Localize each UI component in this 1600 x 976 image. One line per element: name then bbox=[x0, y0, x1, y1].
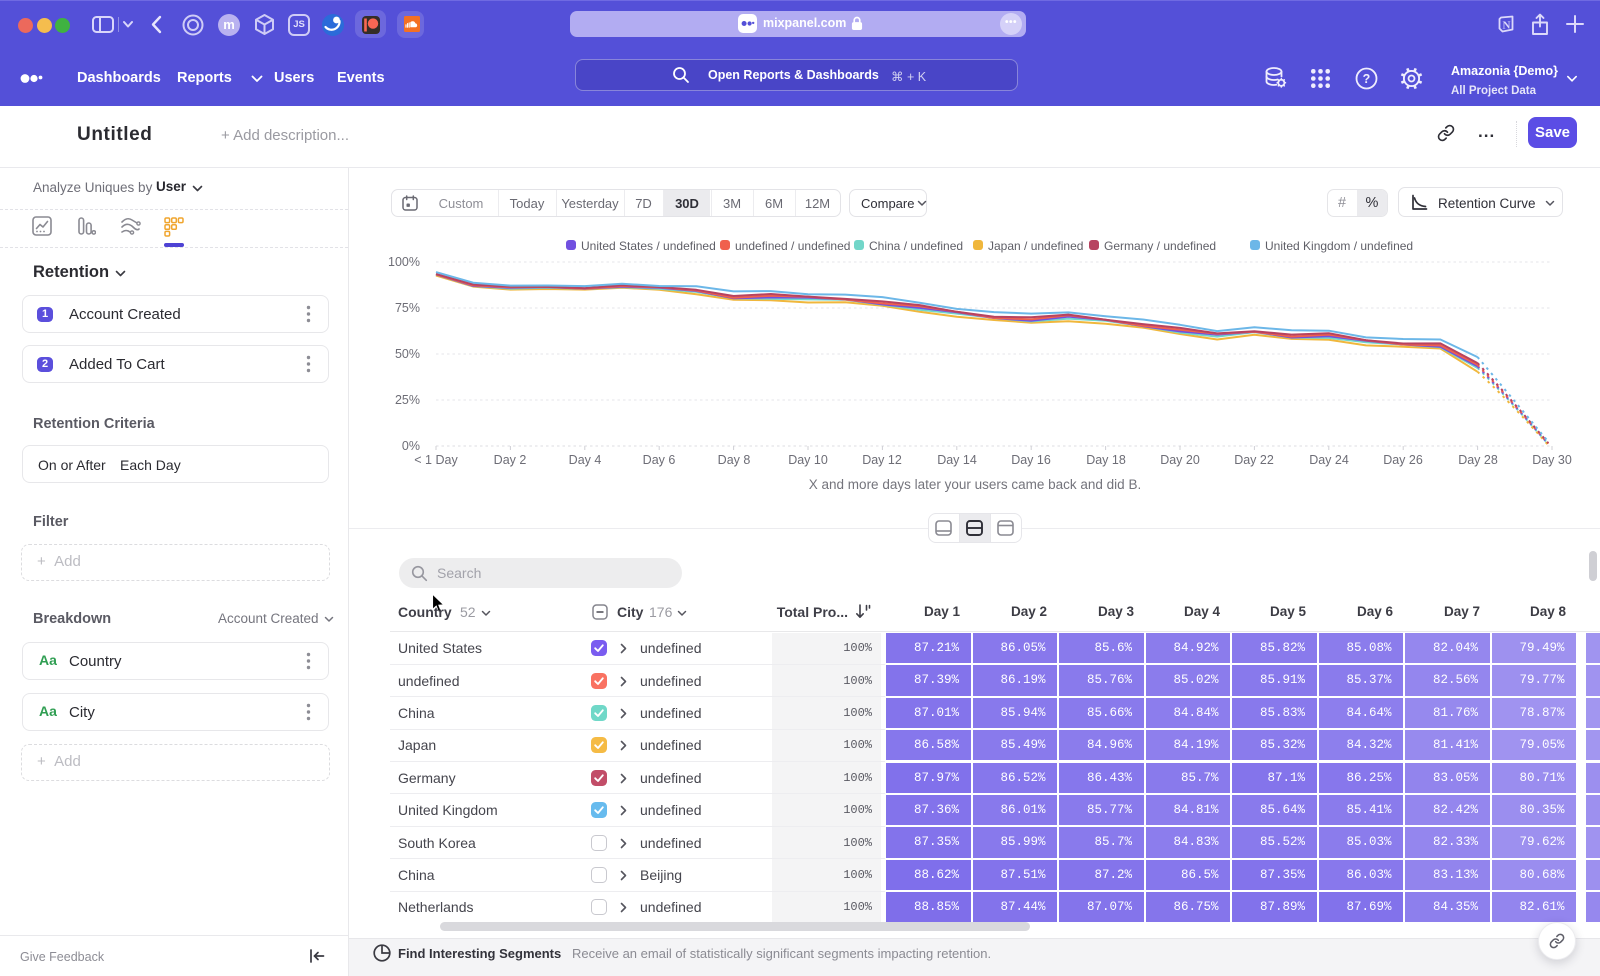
svg-text:N: N bbox=[1503, 20, 1511, 32]
svg-text:?: ? bbox=[1363, 72, 1371, 86]
